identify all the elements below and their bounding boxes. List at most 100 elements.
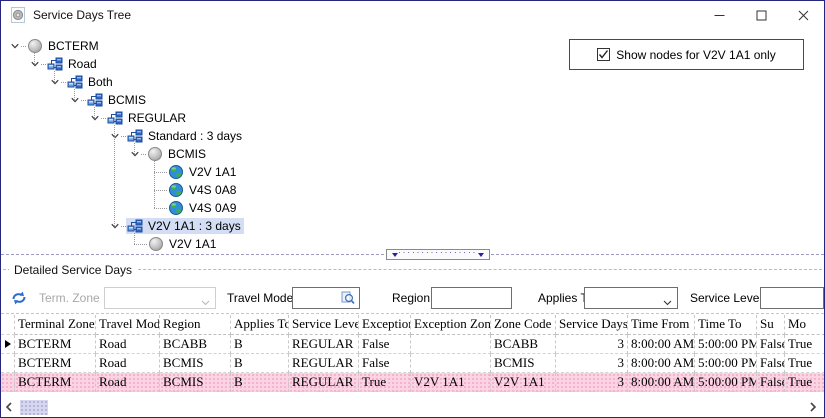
tree-node[interactable]: V2V 1A1 : 3 days <box>109 217 244 235</box>
grid-cell[interactable]: Road <box>96 373 160 392</box>
region-input[interactable] <box>432 288 511 308</box>
grid-cell[interactable]: BCMIS <box>160 354 231 373</box>
grid-cell[interactable]: V2V 1A1 <box>411 373 491 392</box>
grid-cell[interactable]: 8:00:00 AM <box>628 373 695 392</box>
tree-expander[interactable] <box>109 130 121 142</box>
tree-node[interactable]: BCTERM <box>9 37 102 55</box>
tree-guide-line <box>154 161 155 208</box>
grid-cell[interactable]: B <box>231 373 289 392</box>
tree-node[interactable]: V4S 0A9 <box>149 199 239 217</box>
grid-cell[interactable]: BCTERM <box>15 373 96 392</box>
expander-chevron-icon <box>50 77 60 87</box>
grid-cell[interactable]: 3 <box>556 335 628 354</box>
tree-expander[interactable] <box>9 40 21 52</box>
tree-node[interactable]: REGULAR <box>89 109 189 127</box>
grid-cell[interactable]: B <box>231 335 289 354</box>
grid-cell[interactable]: Road <box>96 354 160 373</box>
scrollbar-thumb[interactable] <box>20 400 48 415</box>
scroll-left-button[interactable] <box>1 401 17 415</box>
grid-cell[interactable]: True <box>785 354 825 373</box>
grid-cell[interactable]: False <box>359 335 411 354</box>
tree-node[interactable]: Road <box>29 55 100 73</box>
globe-icon <box>168 182 184 198</box>
grid-column-header[interactable]: Region <box>160 315 231 335</box>
service-level-input[interactable] <box>761 288 823 308</box>
show-nodes-checkbox[interactable] <box>597 48 610 61</box>
splitter-collapse-button[interactable]: ····················· <box>386 249 490 260</box>
region-label: Region <box>392 291 430 305</box>
tree-expander[interactable] <box>69 94 81 106</box>
grid-cell[interactable]: True <box>785 373 825 392</box>
lookup-button[interactable] <box>339 290 357 306</box>
grid-cell[interactable]: True <box>359 373 411 392</box>
refresh-button[interactable] <box>8 288 30 308</box>
chevron-down-icon[interactable] <box>663 294 672 303</box>
tree-expander[interactable] <box>29 58 41 70</box>
grid-cell[interactable]: False <box>359 354 411 373</box>
grid-row[interactable]: BCTERMRoadBCMISBREGULARTrueV2V 1A1V2V 1A… <box>1 373 825 392</box>
show-nodes-checkbox-label: Show nodes for V2V 1A1 only <box>616 48 775 62</box>
horizontal-scrollbar[interactable] <box>1 398 824 417</box>
grid-cell[interactable]: BCABB <box>160 335 231 354</box>
grid-cell[interactable]: False <box>757 335 785 354</box>
tree-expander[interactable] <box>89 112 101 124</box>
travel-mode-lookup-field[interactable] <box>292 287 360 309</box>
grid-cell[interactable]: False <box>757 354 785 373</box>
grid-cell[interactable]: 5:00:00 PM <box>695 373 757 392</box>
applies-to-combobox[interactable] <box>584 287 678 309</box>
grid-cell[interactable]: BCMIS <box>491 354 556 373</box>
grid-column-header[interactable]: Su <box>757 315 785 335</box>
region-field[interactable] <box>431 287 512 309</box>
grid-column-header[interactable]: Time To <box>695 315 757 335</box>
show-nodes-checkbox-row[interactable]: Show nodes for V2V 1A1 only <box>597 48 775 62</box>
grid-cell[interactable]: V2V 1A1 <box>491 373 556 392</box>
grid-cell[interactable]: REGULAR <box>289 335 359 354</box>
tree-node[interactable]: V2V 1A1 <box>129 235 219 253</box>
grid-cell[interactable] <box>411 335 491 354</box>
tree-node[interactable]: V2V 1A1 <box>149 163 239 181</box>
service-level-field[interactable] <box>760 287 824 309</box>
tree-node[interactable]: Standard : 3 days <box>109 127 245 145</box>
grid-column-header[interactable]: Applies To <box>231 315 289 335</box>
maximize-button[interactable] <box>740 1 782 29</box>
grid-column-header[interactable]: Terminal Zone <box>15 315 96 335</box>
grid-column-header[interactable]: Service Level <box>289 315 359 335</box>
grid-cell[interactable]: BCABB <box>491 335 556 354</box>
grid-cell[interactable]: REGULAR <box>289 373 359 392</box>
grid-column-header[interactable]: Service Days <box>556 315 628 335</box>
grid-cell[interactable]: B <box>231 354 289 373</box>
grid-column-header[interactable]: Time From <box>628 315 695 335</box>
grid-cell[interactable]: 8:00:00 AM <box>628 354 695 373</box>
grid-cell[interactable]: REGULAR <box>289 354 359 373</box>
grid-column-header[interactable]: Exception Zone <box>411 315 491 335</box>
horizontal-splitter[interactable]: ····················· <box>1 254 824 255</box>
grid-cell[interactable]: 5:00:00 PM <box>695 335 757 354</box>
grid-cell[interactable]: 3 <box>556 373 628 392</box>
grid-cell[interactable]: Road <box>96 335 160 354</box>
grid-column-header[interactable]: Exception <box>359 315 411 335</box>
grid-cell[interactable]: True <box>785 335 825 354</box>
scroll-right-button[interactable] <box>805 401 821 415</box>
tree-expander[interactable] <box>49 76 61 88</box>
minimize-button[interactable] <box>698 1 740 29</box>
grid-column-header[interactable]: Mo <box>785 315 825 335</box>
grid-cell[interactable] <box>411 354 491 373</box>
grid-column-header[interactable]: Travel Mode <box>96 315 160 335</box>
tree-node[interactable]: BCMIS <box>69 91 149 109</box>
tree-node[interactable]: BCMIS <box>129 145 209 163</box>
tree-expander[interactable] <box>109 220 121 232</box>
grid-cell[interactable]: 3 <box>556 354 628 373</box>
tree-node[interactable]: Both <box>49 73 116 91</box>
grid-cell[interactable]: BCTERM <box>15 354 96 373</box>
grid-cell[interactable]: False <box>757 373 785 392</box>
tree-expander[interactable] <box>129 148 141 160</box>
grid-column-header[interactable]: Zone Code <box>491 315 556 335</box>
grid-cell[interactable]: BCTERM <box>15 335 96 354</box>
grid-row[interactable]: BCTERMRoadBCMISBREGULARFalseBCMIS38:00:0… <box>1 354 825 373</box>
grid-row[interactable]: BCTERMRoadBCABBBREGULARFalseBCABB38:00:0… <box>1 335 825 354</box>
grid-cell[interactable]: 8:00:00 AM <box>628 335 695 354</box>
close-button[interactable] <box>782 1 824 29</box>
tree-node[interactable]: V4S 0A8 <box>149 181 239 199</box>
grid-cell[interactable]: BCMIS <box>160 373 231 392</box>
grid-cell[interactable]: 5:00:00 PM <box>695 354 757 373</box>
